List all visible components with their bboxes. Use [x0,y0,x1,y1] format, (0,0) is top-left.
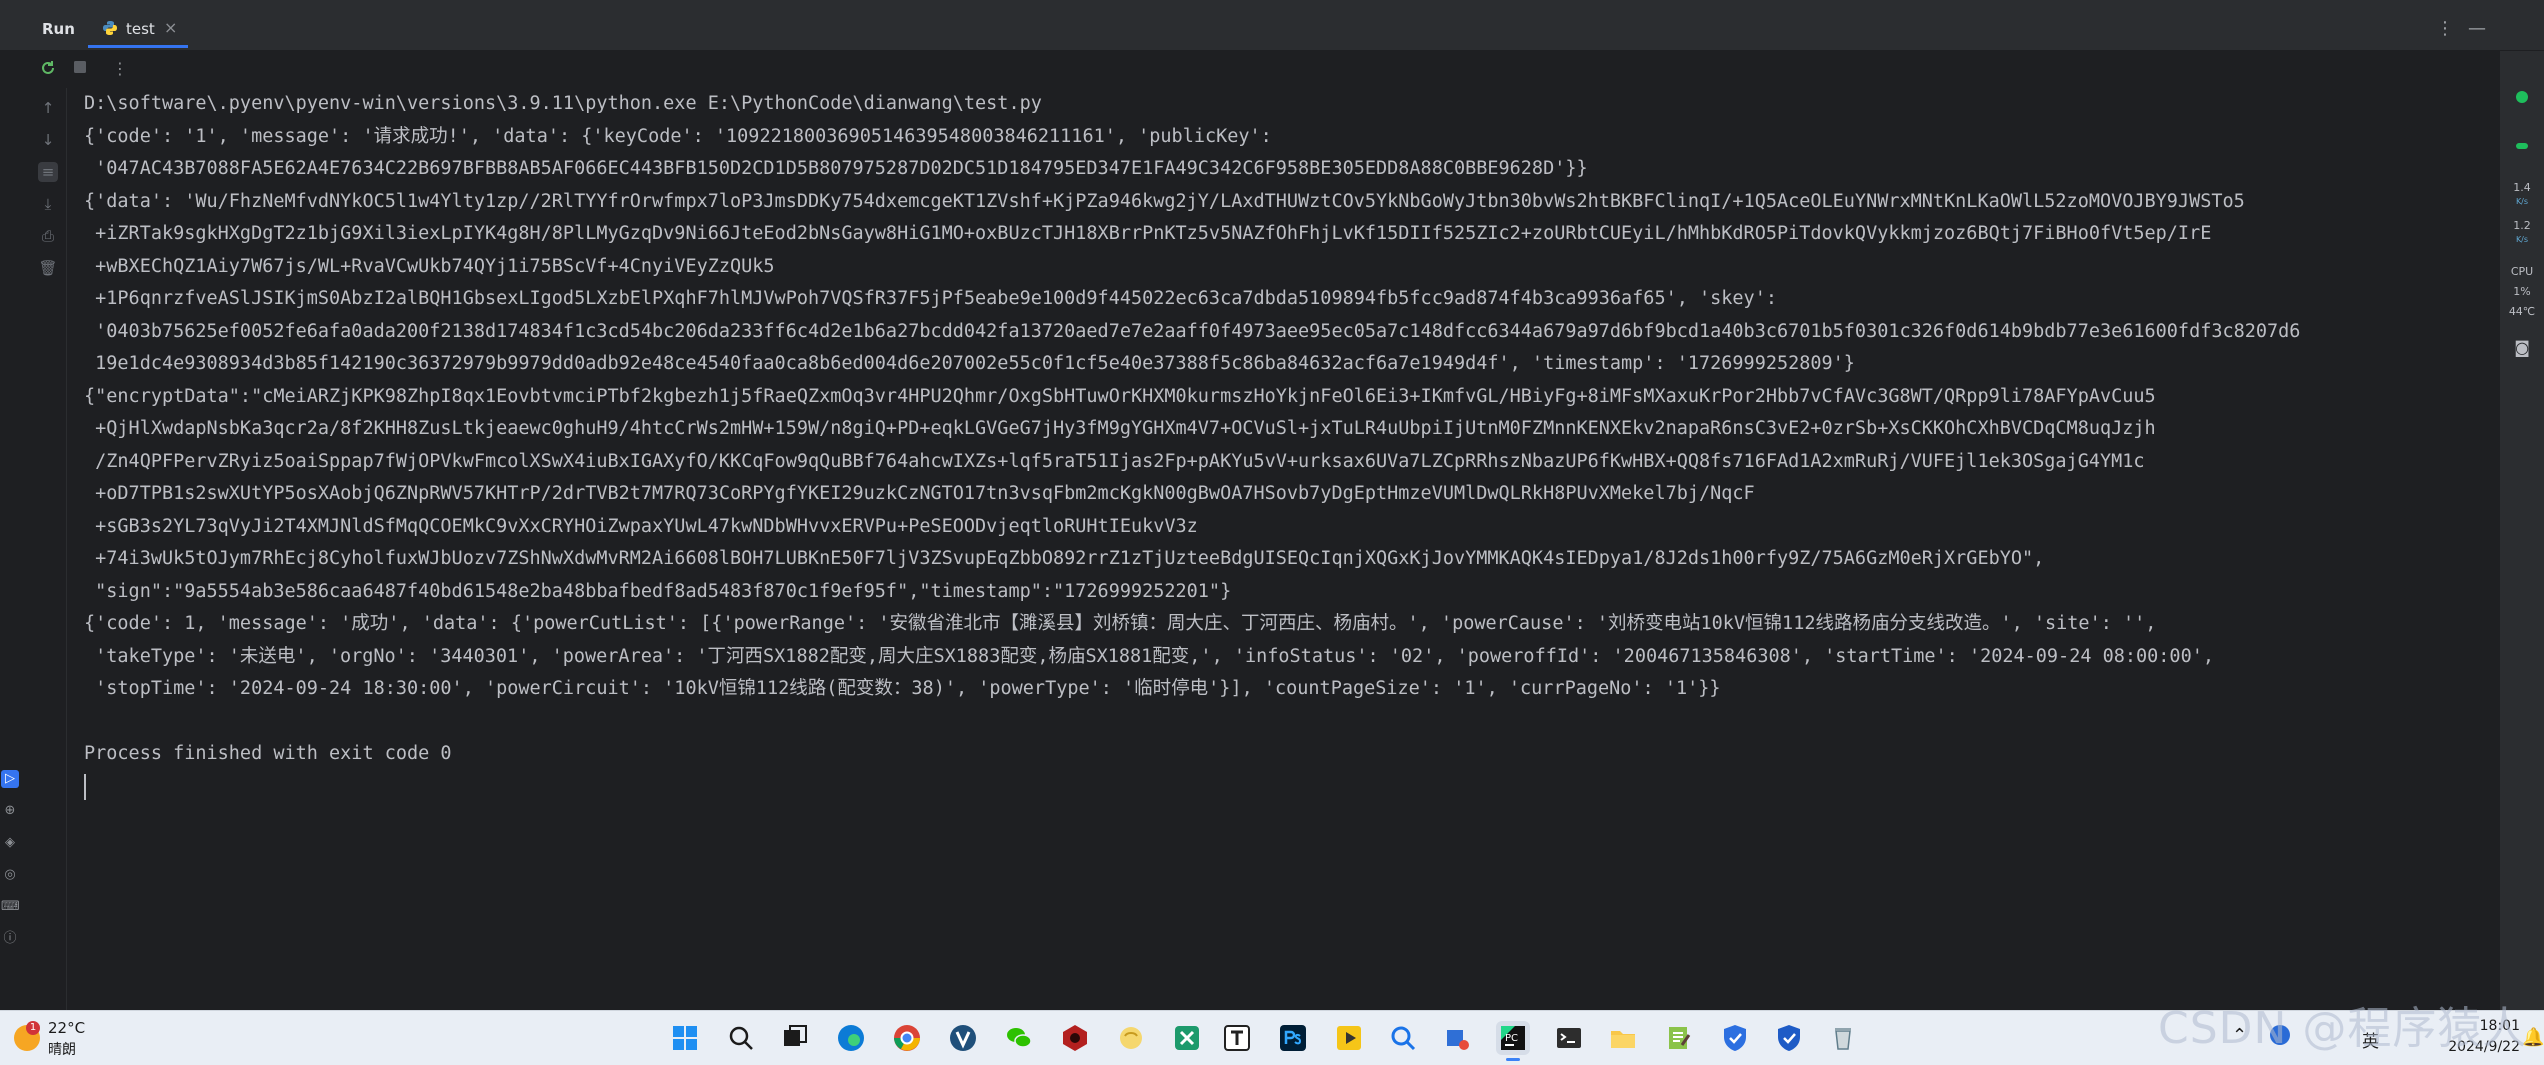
weather-temp[interactable]: 22°C [48,1019,85,1037]
console-line: +sGB3s2YL73qVyJi2T4XMJNldSfMqQCOEMkC9vXx… [84,515,1198,537]
ide-left-tool-strip: ▷ ⊕ ◈ ◎ ⌨ ⓘ [0,760,22,1010]
console-line: 'stopTime': '2024-09-24 18:30:00', 'powe… [84,678,1721,699]
more-actions-icon[interactable]: ⋮ [110,59,130,79]
arrow-up-icon[interactable]: ↑ [38,98,58,118]
chevron-up-icon[interactable]: ⌃ [2232,1025,2247,1046]
console-line: "sign":"9a5554ab3e586caa6487f40bd61548e2… [84,580,1232,602]
memory-indicator-icon [2516,143,2528,149]
tab-test[interactable]: test × [88,8,188,48]
task-view-icon[interactable] [778,1021,812,1055]
cpu-temp: 44℃ [2508,305,2536,318]
terminal-icon[interactable] [1552,1021,1586,1055]
tab-label: test [126,20,155,38]
console-line: D:\software\.pyenv\pyenv-win\versions\3.… [84,93,1042,114]
net-up: 1.4 K/s [2513,181,2531,206]
close-icon[interactable]: × [164,18,177,37]
windows-taskbar: 1 22°C 晴朗 PC ⌃ 英 18:01 2024/9/22 🔔 [0,1010,2544,1065]
notification-badge: 1 [26,1021,40,1035]
photoshop-icon[interactable] [1276,1021,1310,1055]
console-input-line[interactable] [84,771,2494,804]
red-app-icon[interactable] [1058,1021,1092,1055]
print-icon[interactable]: ⎙ [38,226,58,246]
net-down: 1.2 K/s [2513,219,2531,244]
chrome-icon[interactable] [890,1021,924,1055]
run-tool-window-header: Run test × ⋮ — [0,8,2544,51]
camera-icon[interactable]: ◙ [2500,340,2544,356]
python-icon [103,21,117,35]
windows-start-icon[interactable] [668,1021,702,1055]
console-line: {'code': '1', 'message': '请求成功!', 'data'… [84,125,1272,147]
console-line: '047AC43B7088FA5E62A4E7634C22B697BFBB8AB… [84,158,1588,179]
cpu-label: CPU [2510,265,2534,278]
console-line: +QjHlXwdapNsbKa3qcr2a/8f2KHH8ZusLtkjeaew… [84,418,2156,439]
notepad-icon[interactable] [1662,1021,1696,1055]
services-icon[interactable]: ◎ [1,866,19,884]
console-line: {'code': 1, 'message': '成功', 'data': {'p… [84,613,2157,634]
rerun-icon[interactable] [38,59,58,79]
run-tool-window-title: Run [42,20,75,38]
console-line: {'data': 'Wu/FhzNeMfvdNYkOC5l1w4Ylty1zp/… [84,190,2245,212]
run-icon[interactable]: ▷ [1,770,19,788]
console-line: Process finished with exit code 0 [84,743,452,764]
console-output[interactable]: D:\software\.pyenv\pyenv-win\versions\3.… [84,88,2494,1008]
defender-icon[interactable] [1718,1021,1752,1055]
typora-icon[interactable] [1220,1021,1254,1055]
cpu-value: 1% [2513,285,2531,298]
console-line: '0403b75625ef0052fe6afa0ada200f2138d1748… [84,320,2301,342]
notification-bell-icon[interactable]: 🔔 [2522,1027,2544,1048]
scroll-to-end-icon[interactable]: ⤓ [38,194,58,214]
soft-wrap-icon[interactable]: ≡ [38,162,58,182]
clock-time[interactable]: 18:01 [2420,1018,2520,1034]
console-line: +74i3wUk5tOJym7RhEcj8CyholfuxWJbUozv7ZSh… [84,548,2045,569]
search-icon[interactable] [724,1021,758,1055]
search-tool-icon[interactable] [1386,1021,1420,1055]
python-packages-icon[interactable]: ⊕ [1,802,19,820]
clock-date[interactable]: 2024/9/22 [2420,1039,2520,1055]
window-top-strip [0,0,2544,8]
recycle-bin-icon[interactable] [1826,1021,1860,1055]
arrow-down-icon[interactable]: ↓ [38,130,58,150]
system-monitor-panel: 1.4 K/s 1.2 K/s CPU 1% 44℃ ◙ [2500,51,2544,1010]
text-cursor [84,773,86,800]
minimize-icon[interactable]: — [2468,18,2486,39]
blue-app-icon[interactable] [1440,1021,1474,1055]
weather-condition[interactable]: 晴朗 [48,1039,76,1059]
console-line: +iZRTak9sgkHXgDgT2z1bjG9Xil3iexLpIYK4g8H… [84,223,2212,244]
file-explorer-icon[interactable] [1606,1021,1640,1055]
console-line: /Zn4QPFPervZRyiz5oaiSppap7fWjOPVkwFmcolX… [84,450,2145,472]
console-line: 19e1dc4e9308934d3b85f142190c36372979b997… [84,353,1855,374]
status-dot-icon [2516,91,2528,103]
pycharm-icon[interactable]: PC [1496,1021,1530,1061]
console-line: +oD7TPB1s2swXUtYP5osXAobjQ6ZNpRWV57KHTrP… [84,483,1755,504]
trash-icon[interactable]: 🗑 [38,258,58,278]
wechat-icon[interactable] [1002,1021,1036,1055]
console-line: +1P6qnrzfveASlJSIKjmS0AbzI2alBQH1GbsexLI… [84,288,1777,309]
yellow-app-icon[interactable] [1114,1021,1148,1055]
problems-icon[interactable]: ⓘ [1,930,19,948]
excel-icon[interactable] [1170,1021,1204,1055]
console-line: {"encryptData":"cMeiARZjKPK98ZhpI8qx1Eov… [84,385,2156,407]
vscode-icon[interactable] [946,1021,980,1055]
terminal-icon[interactable]: ⌨ [1,898,20,916]
player-icon[interactable] [1332,1021,1366,1055]
console-line: +wBXEChQZ1Aiy7W67js/WL+RvaVCwUkb74QYj1i7… [84,255,775,277]
layers-icon[interactable]: ◈ [1,834,19,852]
ime-indicator[interactable]: 英 [2362,1027,2379,1052]
stop-icon[interactable] [70,59,90,79]
console-line: 'takeType': '未送电', 'orgNo': '3440301', '… [84,645,2214,667]
more-options-icon[interactable]: ⋮ [2436,18,2454,39]
run-toolbar: ⋮ [0,51,2510,87]
svg-text:PC: PC [1505,1033,1518,1044]
edge-icon[interactable] [834,1021,868,1055]
shield-icon[interactable] [1772,1021,1806,1055]
tray-app-icon[interactable] [2270,1025,2290,1045]
